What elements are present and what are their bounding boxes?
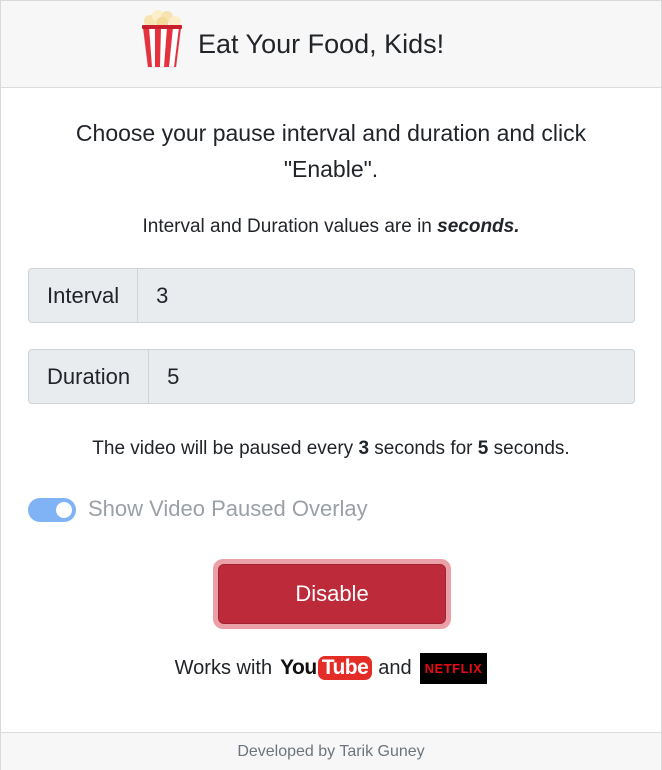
summary-text-3: seconds. [488, 438, 570, 459]
summary-text-1: The video will be paused every [92, 438, 359, 459]
interval-label: Interval [29, 269, 139, 322]
disable-button[interactable]: Disable [218, 564, 446, 624]
summary-text-2: seconds for [369, 438, 478, 459]
summary-interval: 3 [358, 438, 370, 459]
units-note-prefix: Interval and Duration values are in [142, 216, 438, 237]
works-with-prefix: Works with [174, 656, 273, 679]
summary-duration: 5 [477, 438, 489, 459]
youtube-logo-you: You [280, 656, 317, 679]
units-note: Interval and Duration values are in seco… [1, 216, 661, 238]
works-with-line: Works with You Tube and NETFLIX [1, 652, 661, 684]
footer-credit: Developed by Tarik Guney [237, 742, 425, 760]
instructions-text: Choose your pause interval and duration … [75, 120, 587, 182]
disable-button-focus-ring: Disable [213, 559, 451, 629]
app-title: Eat Your Food, Kids! [198, 29, 445, 59]
youtube-logo: You Tube [280, 656, 373, 680]
popcorn-icon [142, 10, 182, 68]
interval-input-group: Interval 3 [28, 268, 635, 323]
footer: Developed by Tarik Guney [1, 732, 661, 770]
toggle-knob [56, 502, 72, 518]
overlay-toggle-switch[interactable] [28, 498, 76, 522]
duration-label: Duration [29, 350, 150, 403]
works-with-and: and [378, 656, 412, 679]
netflix-logo: NETFLIX [419, 652, 488, 684]
header: Eat Your Food, Kids! [1, 1, 661, 88]
overlay-toggle-label[interactable]: Show Video Paused Overlay [88, 496, 368, 522]
duration-input-group: Duration 5 [28, 349, 635, 404]
interval-input[interactable]: 3 [138, 269, 634, 322]
extension-popup: Eat Your Food, Kids! Choose your pause i… [0, 0, 662, 770]
pause-summary: The video will be paused every 3 seconds… [1, 438, 661, 460]
duration-input[interactable]: 5 [149, 350, 634, 403]
youtube-logo-tube: Tube [317, 656, 373, 680]
units-note-emphasis: seconds. [437, 216, 520, 237]
